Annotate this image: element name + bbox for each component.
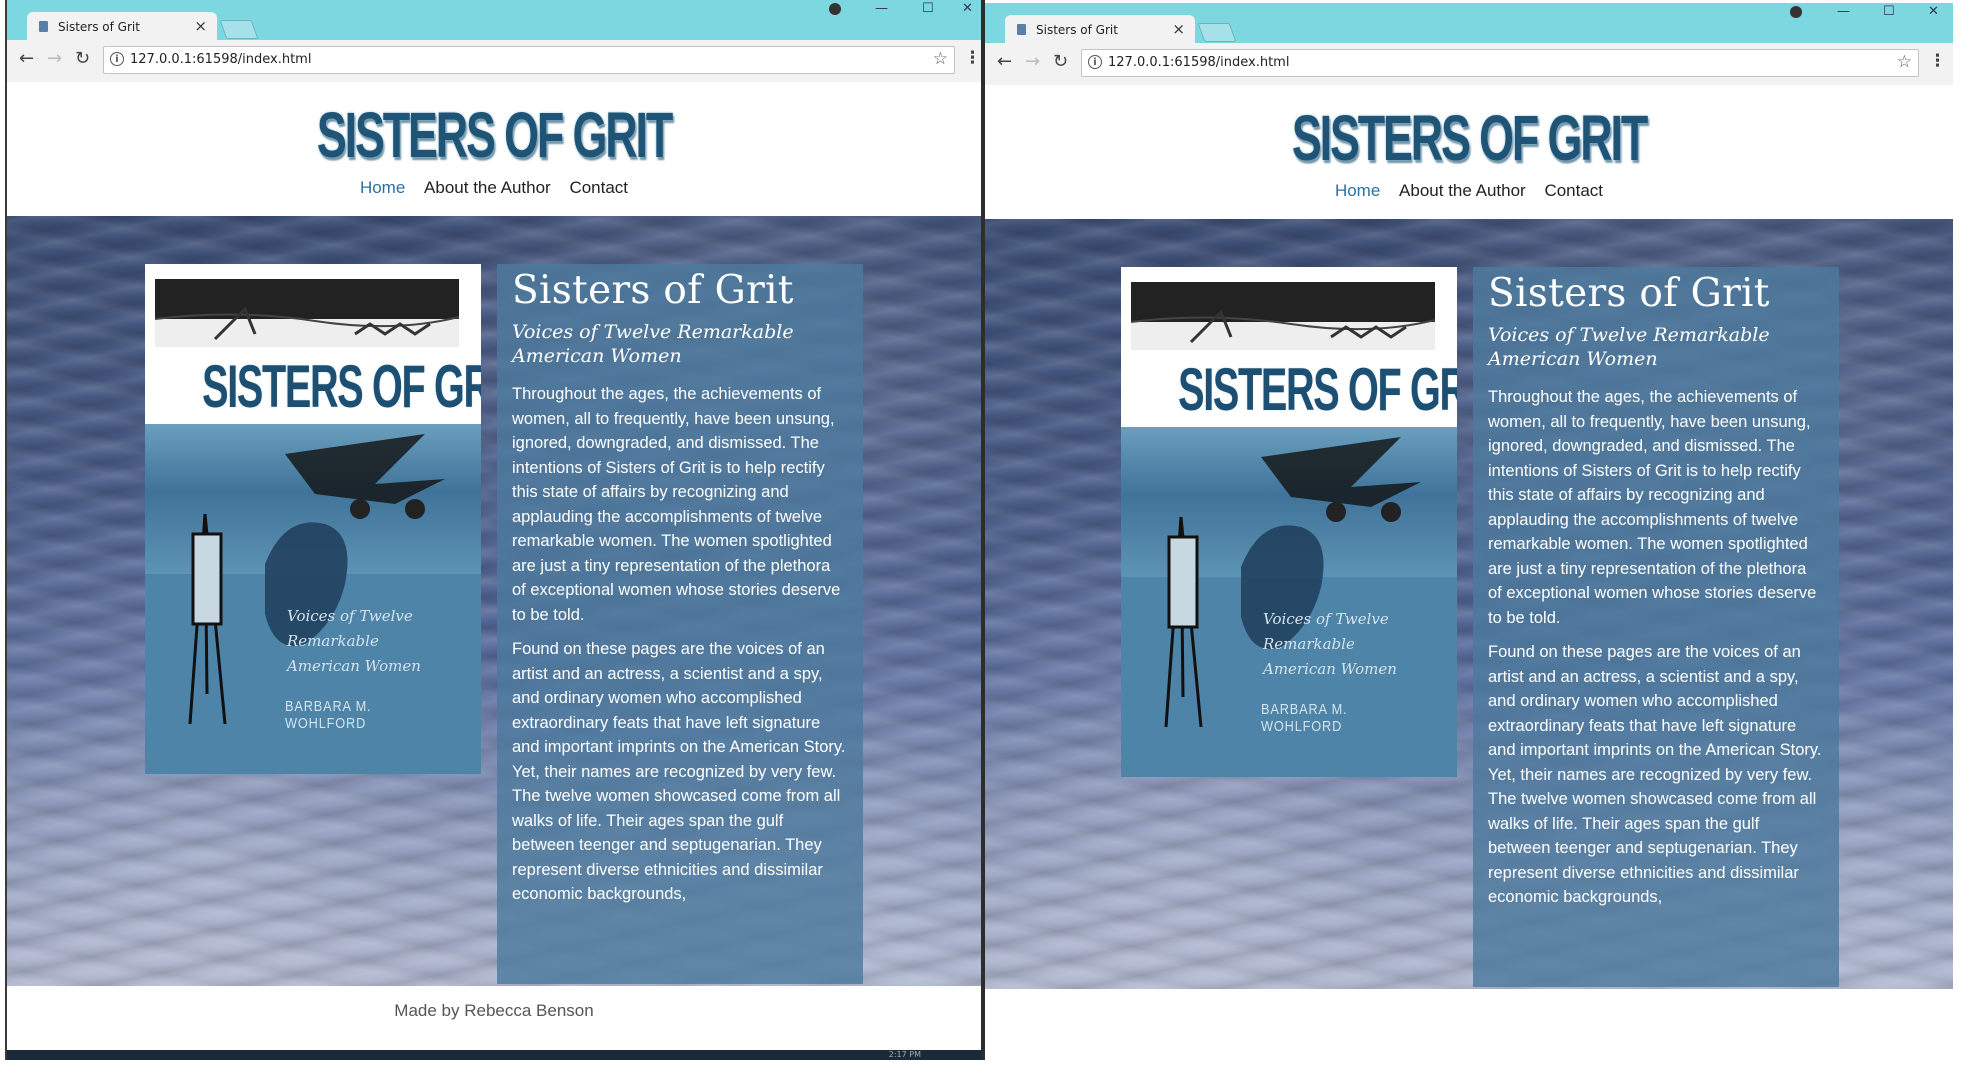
tab-title: Sisters of Grit: [1036, 23, 1118, 37]
nav-contact[interactable]: Contact: [1544, 181, 1603, 200]
site-nav: Home About the Author Contact: [7, 178, 981, 198]
page-icon: [39, 21, 48, 32]
title-bar: Sisters of Grit × — ☐ ✕: [985, 3, 1953, 45]
browser-window-left: Sisters of Grit × — ☐ ✕ ← → ↻ i 127.0.0.…: [5, 0, 985, 1060]
close-window-button[interactable]: ✕: [962, 2, 973, 16]
nav-contact[interactable]: Contact: [569, 178, 628, 197]
book-cover: SISTERS OF GRIT Voices of Twelve: [1121, 267, 1457, 777]
new-tab-button[interactable]: [1197, 23, 1237, 42]
url-text: 127.0.0.1:61598/index.html: [130, 52, 312, 67]
book-title: Sisters of Grit: [512, 268, 794, 313]
back-button[interactable]: ←: [997, 52, 1012, 72]
taskbar-clock: 2:17 PM: [888, 1050, 921, 1059]
cover-subtitle: Voices of Twelve Remarkable American Wom…: [287, 607, 421, 675]
description-paragraph: Found on these pages are the voices of a…: [1488, 643, 1822, 906]
back-button[interactable]: ←: [19, 49, 34, 69]
browser-tab[interactable]: Sisters of Grit ×: [1005, 15, 1195, 45]
reload-button[interactable]: ↻: [75, 49, 90, 69]
dogsled-sketch: [1131, 282, 1435, 350]
profile-icon[interactable]: [1790, 6, 1802, 18]
site-footer: Made by Rebecca Benson: [7, 986, 981, 1036]
web-page: SISTERS OF GRIT Home About the Author Co…: [7, 82, 981, 1060]
new-tab-button[interactable]: [219, 20, 259, 39]
nav-about-author[interactable]: About the Author: [1399, 181, 1526, 200]
browser-menu-icon[interactable]: ⋮: [1929, 51, 1946, 71]
site-header: SISTERS OF GRIT Home About the Author Co…: [7, 82, 981, 216]
tab-title: Sisters of Grit: [58, 20, 140, 34]
site-logo[interactable]: SISTERS OF GRIT: [153, 98, 835, 172]
browser-menu-icon[interactable]: ⋮: [964, 48, 981, 68]
cover-author: BARBARA M. WOHLFORD: [285, 698, 372, 732]
book-subtitle: Voices of Twelve Remarkable American Wom…: [1488, 324, 1770, 370]
description-paragraph: Throughout the ages, the achievements of…: [1488, 388, 1817, 627]
browser-toolbar: ← → ↻ i 127.0.0.1:61598/index.html ☆ ⋮: [985, 43, 1953, 86]
browser-tab[interactable]: Sisters of Grit ×: [27, 12, 217, 42]
description-paragraph: Found on these pages are the voices of a…: [512, 640, 846, 903]
reload-button[interactable]: ↻: [1053, 52, 1068, 72]
description-paragraph: Throughout the ages, the achievements of…: [512, 385, 841, 624]
info-icon[interactable]: i: [1088, 55, 1102, 69]
close-tab-icon[interactable]: ×: [194, 17, 207, 35]
book-cover: SISTERS OF GRIT Voices of Twelve: [145, 264, 481, 774]
forward-button[interactable]: →: [1025, 52, 1040, 72]
book-description-panel: Sisters of Grit Voices of Twelve Remarka…: [1473, 267, 1839, 987]
hero-section: SISTERS OF GRIT Voices of Twelve: [7, 216, 981, 986]
minimize-button[interactable]: —: [1837, 5, 1850, 19]
book-subtitle: Voices of Twelve Remarkable American Wom…: [512, 321, 794, 367]
web-page: SISTERS OF GRIT Home About the Author Co…: [985, 85, 1953, 1005]
cover-author: BARBARA M. WOHLFORD: [1261, 701, 1348, 735]
hero-section: SISTERS OF GRIT Voices of Twelve: [985, 219, 1953, 989]
dogsled-sketch: [155, 279, 459, 347]
url-text: 127.0.0.1:61598/index.html: [1108, 55, 1290, 70]
title-bar: Sisters of Grit × — ☐ ✕: [7, 0, 981, 42]
site-footer: Made by Rebecca Benson: [985, 989, 1953, 1005]
cover-subtitle: Voices of Twelve Remarkable American Wom…: [1263, 610, 1397, 678]
profile-icon[interactable]: [829, 3, 841, 15]
nav-about-author[interactable]: About the Author: [424, 178, 551, 197]
bookmark-star-icon[interactable]: ☆: [1897, 52, 1912, 72]
close-window-button[interactable]: ✕: [1928, 5, 1939, 19]
maximize-button[interactable]: ☐: [922, 2, 934, 16]
bookmark-star-icon[interactable]: ☆: [933, 49, 948, 69]
site-header: SISTERS OF GRIT Home About the Author Co…: [985, 85, 1953, 219]
minimize-button[interactable]: —: [875, 2, 888, 16]
address-bar[interactable]: i 127.0.0.1:61598/index.html ☆: [1081, 49, 1919, 77]
site-logo[interactable]: SISTERS OF GRIT: [1130, 101, 1808, 175]
browser-toolbar: ← → ↻ i 127.0.0.1:61598/index.html ☆ ⋮: [7, 40, 981, 83]
close-tab-icon[interactable]: ×: [1172, 20, 1185, 38]
page-icon: [1017, 24, 1026, 35]
book-title: Sisters of Grit: [1488, 271, 1770, 316]
info-icon[interactable]: i: [110, 52, 124, 66]
address-bar[interactable]: i 127.0.0.1:61598/index.html ☆: [103, 46, 955, 74]
nav-home[interactable]: Home: [1335, 181, 1380, 200]
taskbar: [7, 1050, 981, 1060]
forward-button[interactable]: →: [47, 49, 62, 69]
site-nav: Home About the Author Contact: [985, 181, 1953, 201]
book-description-panel: Sisters of Grit Voices of Twelve Remarka…: [497, 264, 863, 984]
maximize-button[interactable]: ☐: [1883, 5, 1895, 19]
nav-home[interactable]: Home: [360, 178, 405, 197]
browser-window-right: Sisters of Grit × — ☐ ✕ ← → ↻ i 127.0.0.…: [985, 0, 1953, 1005]
